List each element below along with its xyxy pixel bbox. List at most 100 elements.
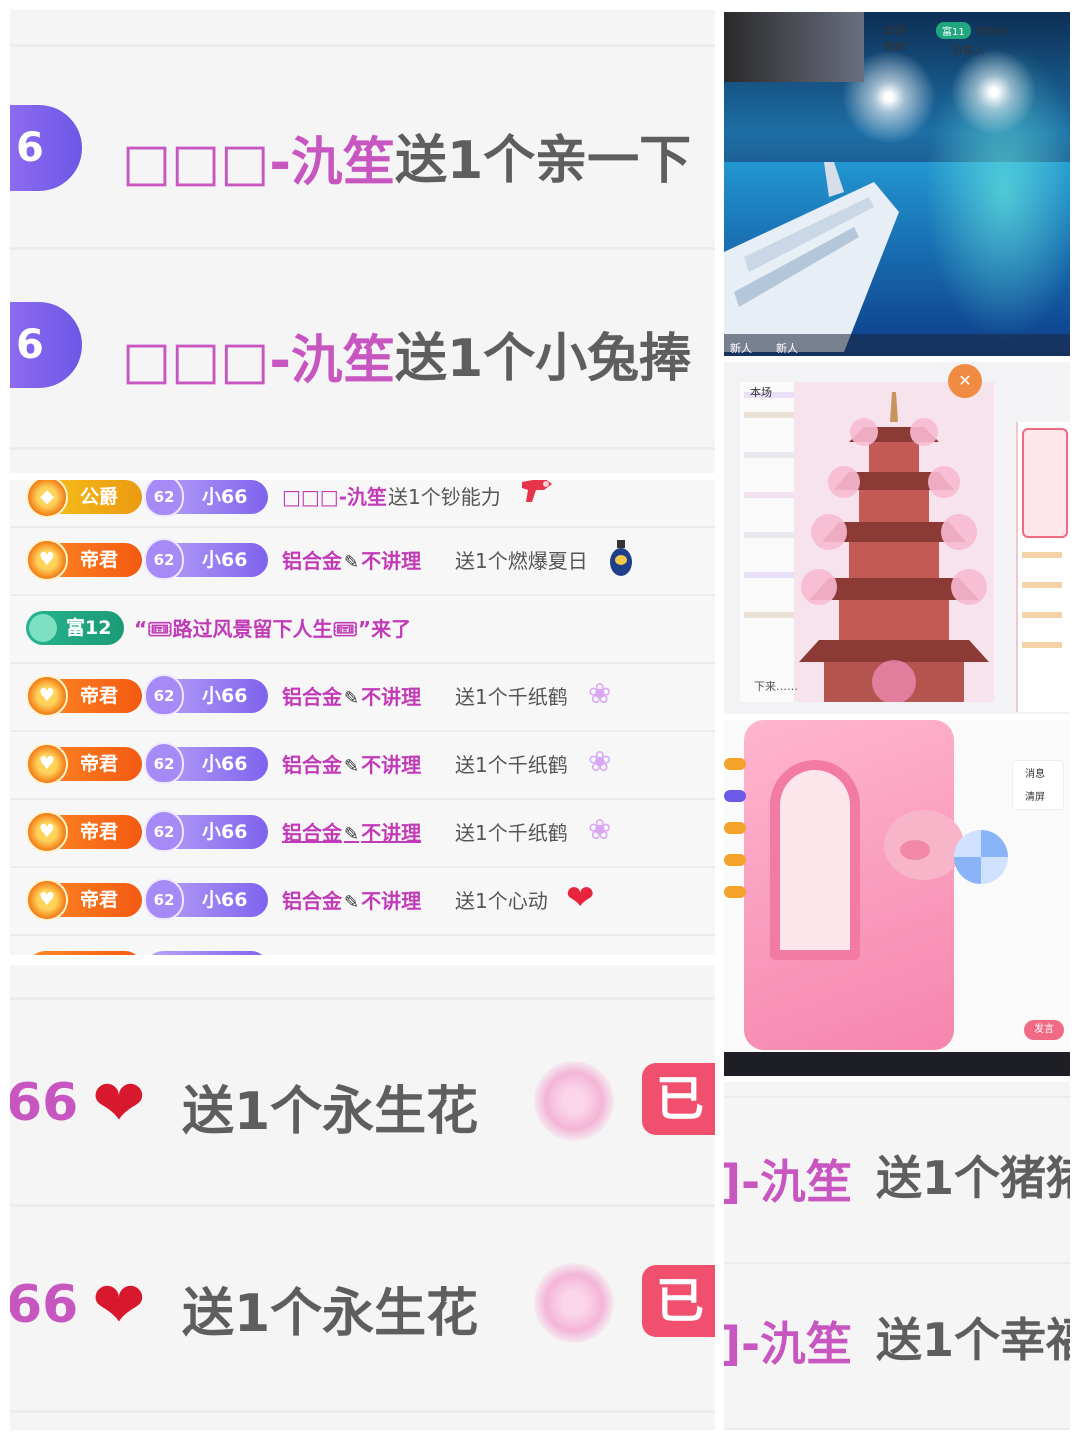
sender-name[interactable]: 铝合金 ✎ 不讲理 [282,885,421,914]
rich-level-icon [29,614,57,642]
chat-row: ♥ 帝君 62 小66 铝合金 ✎ 不讲理 送1个心动 ❤ [10,868,715,936]
gift-message: 送1个燃爆夏日 [455,549,588,573]
flower-icon [534,1061,614,1141]
fan-badge: 62 小66 [144,810,268,852]
gift-message: 送1个永生花 [182,1082,479,1142]
sender-name-link[interactable]: 铝合金 ✎ 不讲理 [282,817,421,846]
chat-row: ♥ 帝君 62 小66 铝合金 ✎ 不讲理 送1个千纸鹤 ❀ [10,664,715,732]
right-panel [1016,422,1070,712]
close-gift-button[interactable]: ✕ [948,364,982,398]
heart-icon: ❤ [566,878,595,918]
fan-badge: 62 小66 [144,480,268,517]
gift-message: 送1个小兔捧 [395,329,692,389]
brush-icon: ✎ [344,756,360,777]
gift-message: 送1个永生花 [182,1284,479,1344]
zoom-gift-row: 6 □□□-氿笙 送1个小兔捧 [10,250,715,450]
chat-overlay [724,750,752,950]
zoom-gift-row: 6 □□□-氿笙 送1个亲一下 [10,50,715,250]
divider [10,44,715,47]
rank-badge: ♥ 帝君 [26,879,142,921]
rich-badge: 富12 [26,611,124,645]
rank-badge: ♥ 帝君 [26,811,142,853]
sender-name[interactable]: 铝合金 ✎ 不讲理 [282,545,421,574]
fan-badge [146,951,268,955]
sender-name[interactable]: ]-氿笙 [724,1146,852,1212]
sender-name-tail[interactable]: 66 [10,1073,78,1133]
cruise-ship [724,162,899,352]
right-zoom-panel: ]-氿笙 送1个猪猪 ]-氿笙 送1个幸福 [724,1082,1070,1430]
paper-crane-icon: ❀ [588,745,612,778]
rank-badge: ♥ 帝君 [26,675,142,717]
chat-row: ◆ 公爵 62 小66 □□□-氿笙 送1个钞能力 [10,480,715,528]
sender-name[interactable]: 铝合金 ✎ 不讲理 [282,749,421,778]
stream-screenshot-pagoda: 本场 ✕ 下来…… [724,362,1070,714]
rank-badge: ◆ 公爵 [26,480,142,518]
zoom-gift-row: 66 ❤ 送1个永生花 已 [10,1001,715,1207]
brush-icon: ✎ [344,824,360,845]
rank-crest-icon: ♥ [26,743,68,785]
user-row: 富11 李都66 [936,20,1009,39]
gift-message: 送1个猪猪 [876,1151,1070,1205]
gift-message: 送1个亲一下 [395,131,692,191]
rank-crest-icon: ♥ [26,675,68,717]
gift-message: 送1个千纸鹤 [455,821,568,845]
heart-icon: ❤ [92,1067,146,1141]
gift-message: 送1个幸福 [876,1313,1070,1367]
pagoda-image [794,382,994,702]
followed-button[interactable]: 已 [642,1063,715,1135]
fan-badge: 62 小66 [144,878,268,920]
user-name[interactable]: 李都66 [976,27,1009,38]
streamer-video [724,12,864,82]
fan-badge: 62 小66 [144,674,268,716]
taskbar [724,1052,1070,1076]
divider [10,997,715,1000]
brush-icon: ✎ [344,892,360,913]
chat-list-panel: ◆ 公爵 62 小66 □□□-氿笙 送1个钞能力 ♥ 帝君 62 小66 铝合… [10,480,715,955]
gift-message: 送1个千纸鹤 [455,685,568,709]
tab-label[interactable]: 本场 [750,384,772,400]
new-user-label: 新人 [730,342,752,355]
fan-heart-icon: 62 [144,538,184,580]
rank-badge [28,951,142,955]
sender-name[interactable]: □□□-氿笙 [282,481,387,510]
sender-name[interactable]: □□□-氿笙 [122,120,395,195]
side-menu: 消息 清屏 [1012,760,1064,810]
fan-heart-icon: 62 [144,674,184,716]
rich-badge: 富11 [936,22,971,39]
gift-message: 送1个钞能力 [388,485,501,509]
fan-badge: 62 小66 [144,538,268,580]
zoom-gift-row: ]-氿笙 送1个幸福 [724,1264,1070,1430]
menu-item-message[interactable]: 消息 [1013,761,1063,784]
bottom-zoom-panel: 66 ❤ 送1个永生花 已 66 ❤ 送1个永生花 已 [10,965,715,1430]
brush-icon: ✎ [344,552,360,573]
paper-crane-icon: ❀ [588,677,612,710]
gift-message: 送1个心动 [455,889,548,913]
input-placeholder[interactable]: 下来…… [754,678,798,694]
fan-heart-icon: 62 [144,480,184,517]
rank-crest-icon: ♥ [26,811,68,853]
sender-name-tail[interactable]: 66 [10,1275,78,1335]
level-badge: 6 [10,105,82,191]
chat-row-partial [10,936,715,955]
sender-name[interactable]: □□□-氿笙 [122,318,395,393]
rank-badge: ♥ 帝君 [26,539,142,581]
pinwheel-icon [954,830,1008,884]
paper-crane-icon: ❀ [588,813,612,846]
stream-screenshot-ship: 本场榜单 富11 李都66 游客人 新人 新人 [724,12,1070,356]
viewer-label: 游客人 [952,44,985,57]
fan-badge: 62 小66 [144,742,268,784]
chat-row: ♥ 帝君 62 小66 铝合金 ✎ 不讲理 送1个燃爆夏日 [10,528,715,596]
zoom-gift-row: 66 ❤ 送1个永生花 已 [10,1207,715,1413]
followed-button[interactable]: 已 [642,1265,715,1337]
menu-item-clear[interactable]: 清屏 [1013,784,1063,807]
fan-heart-icon: 62 [144,810,184,852]
sender-name[interactable]: ]-氿笙 [724,1308,852,1374]
new-user-label-2: 新人 [776,342,798,355]
chat-row: ♥ 帝君 62 小66 铝合金 ✎ 不讲理 送1个千纸鹤 ❀ [10,800,715,868]
fan-heart-icon: 62 [144,878,184,920]
rank-crest-icon: ♥ [26,879,68,921]
flower-icon [534,1263,614,1343]
stream-screenshot-pig: 消息 清屏 发言 [724,720,1070,1076]
send-button[interactable]: 发言 [1024,1020,1064,1040]
sender-name[interactable]: 铝合金 ✎ 不讲理 [282,681,421,710]
